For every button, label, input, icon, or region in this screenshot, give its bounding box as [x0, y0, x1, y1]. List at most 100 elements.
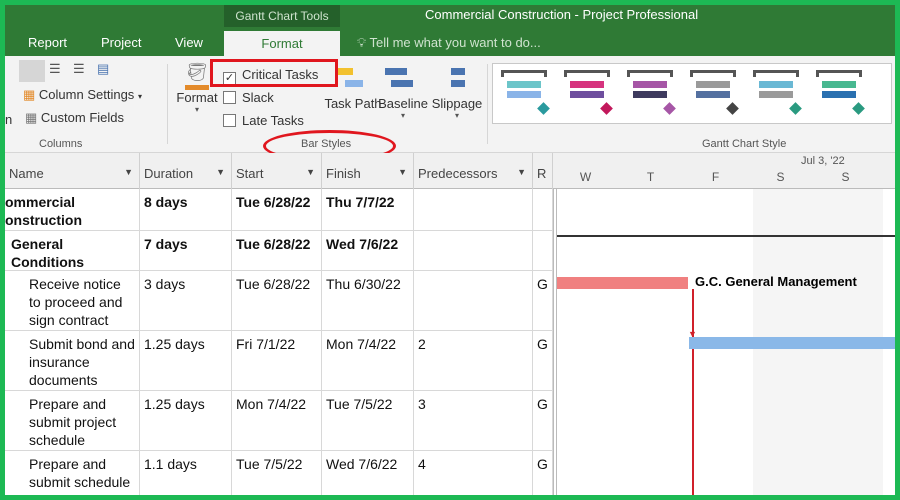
cell-name[interactable]: General Conditions	[5, 231, 140, 270]
tab-format[interactable]: Format	[224, 31, 340, 57]
custom-fields-icon: ▦	[25, 110, 38, 125]
cell-start[interactable]: Tue 6/28/22	[232, 271, 322, 330]
cell-duration[interactable]: 1.25 days	[140, 331, 232, 390]
critical-tasks-highlight-box	[210, 59, 338, 87]
cell-finish[interactable]: Wed 7/6/22	[322, 451, 414, 495]
cell-r[interactable]: G	[533, 331, 553, 390]
day-label: T	[646, 170, 655, 184]
cell-pred[interactable]	[414, 271, 533, 330]
divider	[167, 64, 168, 144]
table-row[interactable]: Prepare and submit schedule of...1.1 day…	[5, 451, 553, 495]
tab-project[interactable]: Project	[101, 35, 141, 50]
cell-pred[interactable]	[414, 231, 533, 270]
table-row[interactable]: Prepare and submit project schedule 1.25 …	[5, 391, 553, 451]
summary-bar[interactable]	[557, 235, 895, 237]
partial-label: n	[5, 112, 13, 127]
task-path-icon	[333, 64, 373, 96]
table-row[interactable]: Receive notice to proceed and sign contr…	[5, 271, 553, 331]
cell-r[interactable]: G	[533, 271, 553, 330]
align-right-icon[interactable]: ☰	[73, 61, 85, 77]
cell-pred[interactable]: 3	[414, 391, 533, 450]
task-bar[interactable]	[689, 337, 895, 349]
baseline-button[interactable]: Baseline ▾	[375, 64, 431, 120]
header-predecessors[interactable]: Predecessors ▼	[414, 153, 533, 189]
gantt-chart[interactable]: G.C. General Management ▼	[553, 189, 895, 495]
cell-name[interactable]: Prepare and submit project schedule	[5, 391, 140, 450]
late-tasks-checkbox[interactable]: Late Tasks	[223, 113, 304, 128]
cell-name[interactable]: Prepare and submit schedule of...	[5, 451, 140, 495]
divider	[487, 64, 488, 144]
late-tasks-label: Late Tasks	[242, 113, 304, 128]
cell-name[interactable]: ommercial onstruction	[5, 189, 140, 230]
header-resource[interactable]: R	[533, 153, 553, 189]
cell-pred[interactable]	[414, 189, 533, 230]
header-name[interactable]: Name ▼	[5, 153, 140, 189]
align-left-icon[interactable]	[19, 60, 45, 82]
day-label: W	[579, 170, 592, 184]
tab-report[interactable]: Report	[28, 35, 67, 50]
cell-start[interactable]: Tue 6/28/22	[232, 189, 322, 230]
cell-finish[interactable]: Thu 7/7/22	[322, 189, 414, 230]
slippage-icon	[429, 64, 485, 96]
cell-r[interactable]: G	[533, 451, 553, 495]
column-settings-icon: ▦	[23, 87, 36, 102]
cell-finish[interactable]: Wed 7/6/22	[322, 231, 414, 270]
column-settings-button[interactable]: ▦ Column Settings ▾	[23, 87, 142, 103]
gantt-style-option[interactable]	[501, 70, 555, 120]
cell-start[interactable]: Mon 7/4/22	[232, 391, 322, 450]
week-label: Jul 3, '22	[801, 155, 845, 167]
gantt-style-option[interactable]	[627, 70, 681, 120]
cell-start[interactable]: Fri 7/1/22	[232, 331, 322, 390]
cell-duration[interactable]: 8 days	[140, 189, 232, 230]
column-settings-label: Column Settings	[38, 87, 135, 102]
cell-duration[interactable]: 1.25 days	[140, 391, 232, 450]
cell-finish[interactable]: Thu 6/30/22	[322, 271, 414, 330]
baseline-label: Baseline	[378, 96, 428, 111]
cell-r[interactable]: G	[533, 391, 553, 450]
header-duration[interactable]: Duration ▼	[140, 153, 232, 189]
cell-name[interactable]: Receive notice to proceed and sign contr…	[5, 271, 140, 330]
cell-r[interactable]	[533, 189, 553, 230]
window-title: Commercial Construction - Project Profes…	[425, 7, 699, 22]
day-label: F	[711, 170, 720, 184]
day-label: S	[841, 170, 850, 184]
tell-me-text: Tell me what you want to do...	[369, 35, 541, 50]
tell-me-box[interactable]: 💡︎ Tell me what you want to do...	[357, 35, 541, 51]
title-bar: Gantt Chart Tools Commercial Constructio…	[5, 5, 895, 57]
table-row[interactable]: Submit bond and insurance documents 1.25 …	[5, 331, 553, 391]
align-center-icon[interactable]: ☰	[49, 61, 61, 77]
gantt-style-gallery[interactable]	[492, 63, 892, 124]
tab-view[interactable]: View	[175, 35, 203, 50]
context-tab-group: Gantt Chart Tools	[224, 5, 340, 27]
cell-pred[interactable]: 2	[414, 331, 533, 390]
columns-group-label: Columns	[39, 138, 83, 150]
header-finish[interactable]: Finish ▼	[322, 153, 414, 189]
cell-start[interactable]: Tue 7/5/22	[232, 451, 322, 495]
baseline-icon	[375, 64, 431, 96]
cell-r[interactable]	[533, 231, 553, 270]
gantt-style-option[interactable]	[690, 70, 744, 120]
cell-start[interactable]: Tue 6/28/22	[232, 231, 322, 270]
task-path-button[interactable]: Task Path	[324, 64, 382, 112]
gantt-style-option[interactable]	[816, 70, 870, 120]
cell-finish[interactable]: Mon 7/4/22	[322, 331, 414, 390]
cell-duration[interactable]: 3 days	[140, 271, 232, 330]
gantt-chart-style-label: Gantt Chart Style	[702, 138, 787, 150]
wrap-text-icon[interactable]: ▤	[97, 61, 109, 77]
cell-finish[interactable]: Tue 7/5/22	[322, 391, 414, 450]
day-label: S	[776, 170, 785, 184]
slippage-button[interactable]: Slippage ▾	[429, 64, 485, 120]
gantt-style-option[interactable]	[564, 70, 618, 120]
format-label: Format	[176, 90, 218, 105]
custom-fields-button[interactable]: ▦ Custom Fields	[25, 110, 124, 126]
cell-name[interactable]: Submit bond and insurance documents	[5, 331, 140, 390]
table-row[interactable]: General Conditions 7 days Tue 6/28/22 Wed 7…	[5, 231, 553, 271]
cell-duration[interactable]: 7 days	[140, 231, 232, 270]
cell-pred[interactable]: 4	[414, 451, 533, 495]
slack-checkbox[interactable]: Slack	[223, 90, 274, 105]
cell-duration[interactable]: 1.1 days	[140, 451, 232, 495]
header-start[interactable]: Start ▼	[232, 153, 322, 189]
gantt-style-option[interactable]	[753, 70, 807, 120]
table-row[interactable]: ommercial onstruction 8 days Tue 6/28/22 Thu…	[5, 189, 553, 231]
critical-task-bar[interactable]	[557, 277, 688, 289]
